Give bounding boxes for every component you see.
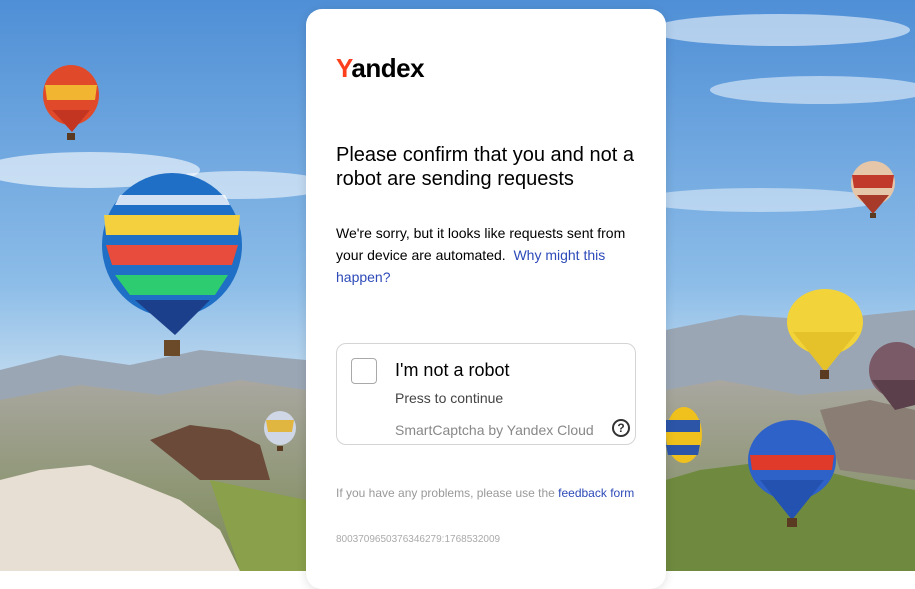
problems-text: If you have any problems, please use the bbox=[336, 486, 555, 500]
captcha-card: Yandex Please confirm that you and not a… bbox=[306, 9, 666, 589]
captcha-subtitle: Press to continue bbox=[395, 390, 504, 406]
logo-first-letter: Y bbox=[336, 53, 352, 83]
smartcaptcha-widget[interactable]: I'm not a robot Press to continue SmartC… bbox=[336, 343, 636, 445]
feedback-form-link[interactable]: feedback form bbox=[558, 486, 634, 500]
request-id: 8003709650376346279:1768532009 bbox=[336, 534, 501, 545]
captcha-brand: SmartCaptcha by Yandex Cloud bbox=[395, 422, 594, 438]
not-a-robot-checkbox[interactable] bbox=[351, 358, 377, 384]
problems-note: If you have any problems, please use the… bbox=[336, 485, 636, 502]
help-icon[interactable]: ? bbox=[612, 419, 630, 437]
captcha-title: I'm not a robot bbox=[395, 360, 510, 380]
logo-rest: andex bbox=[351, 53, 425, 83]
yandex-logo[interactable]: Yandex bbox=[336, 53, 425, 84]
page-title: Please confirm that you and not a robot … bbox=[336, 144, 634, 190]
description: We're sorry, but it looks like requests … bbox=[336, 222, 641, 288]
